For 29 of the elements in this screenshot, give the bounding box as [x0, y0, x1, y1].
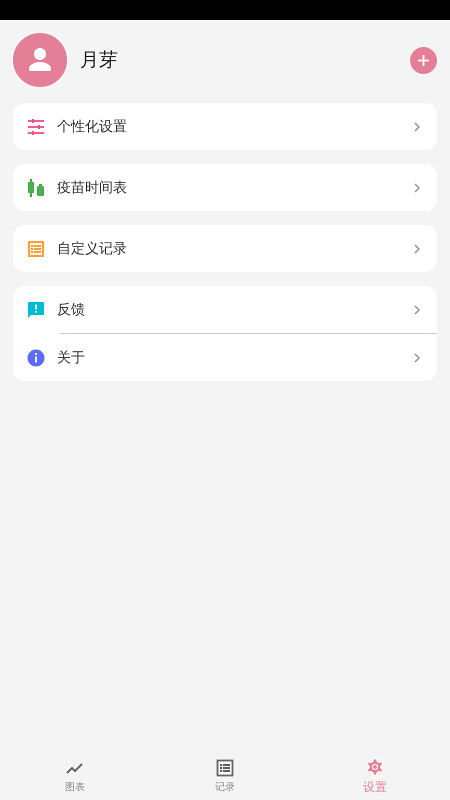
nav-label: 图表 [65, 780, 85, 794]
avatar-icon [13, 33, 67, 87]
chevron-icon [413, 304, 421, 316]
menu-label: 疫苗时间表 [57, 178, 128, 196]
list-icon [215, 758, 235, 778]
chevron-icon [413, 120, 421, 132]
menu-item[interactable]: 个性化设置 [13, 103, 437, 150]
chevron-icon [413, 182, 421, 194]
menu-label: 个性化设置 [57, 118, 128, 136]
list-icon [27, 240, 45, 258]
menu-item[interactable]: 关于 [13, 334, 437, 381]
user-name: 月芽 [80, 48, 119, 73]
sliders-icon [27, 118, 45, 136]
info-icon [27, 348, 45, 366]
nav-label: 设置 [363, 778, 387, 796]
settings-icon [365, 756, 385, 776]
menu-label: 关于 [57, 348, 86, 366]
menu-label: 自定义记录 [57, 240, 128, 258]
add-button[interactable] [410, 46, 437, 74]
syringe-icon [27, 178, 45, 196]
menu-item[interactable]: 疫苗时间表 [13, 164, 437, 211]
menu-label: 反馈 [57, 300, 86, 318]
plus-icon [417, 54, 430, 66]
nav-label: 记录 [215, 781, 235, 794]
chevron-icon [413, 242, 421, 254]
menu-item[interactable]: 自定义记录 [13, 225, 437, 272]
feedback-icon [27, 300, 45, 318]
chevron-icon [413, 352, 421, 364]
menu-item[interactable]: 反馈 [13, 286, 437, 333]
